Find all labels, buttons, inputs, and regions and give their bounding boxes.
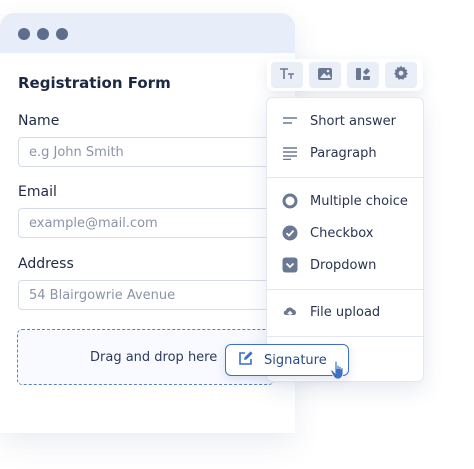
- address-input[interactable]: [18, 280, 278, 310]
- form-title: Registration Form: [18, 74, 171, 92]
- image-icon: [317, 66, 333, 85]
- menu-item-label: Dropdown: [310, 257, 377, 273]
- name-label: Name: [18, 113, 60, 129]
- drop-zone-text: Drag and drop here: [90, 350, 218, 365]
- menu-item-short-answer[interactable]: Short answer: [282, 110, 396, 132]
- window-dot-icon[interactable]: [56, 28, 68, 40]
- text-format-button[interactable]: [271, 62, 303, 88]
- text-format-icon: [279, 66, 295, 85]
- menu-item-label: Multiple choice: [310, 193, 408, 209]
- menu-divider: [267, 336, 423, 337]
- edit-pen-icon: [238, 350, 254, 370]
- menu-item-label: Short answer: [310, 113, 396, 129]
- menu-item-file-upload[interactable]: File upload: [282, 301, 380, 323]
- menu-item-paragraph[interactable]: Paragraph: [282, 142, 377, 164]
- menu-divider: [267, 289, 423, 290]
- hand-cursor-icon: [329, 360, 347, 384]
- menu-item-label: Paragraph: [310, 145, 377, 161]
- window-dot-icon[interactable]: [37, 28, 49, 40]
- name-input[interactable]: [18, 137, 278, 167]
- email-input[interactable]: [18, 208, 278, 238]
- dropdown-icon: [282, 257, 298, 273]
- menu-item-multiple-choice[interactable]: Multiple choice: [282, 190, 408, 212]
- menu-divider: [267, 177, 423, 178]
- menu-item-checkbox[interactable]: Checkbox: [282, 222, 374, 244]
- menu-item-dropdown[interactable]: Dropdown: [282, 254, 376, 276]
- field-toolbar: [267, 59, 423, 91]
- settings-button[interactable]: [385, 62, 417, 88]
- paragraph-icon: [282, 145, 298, 161]
- shapes-button[interactable]: [347, 62, 379, 88]
- cloud-upload-icon: [282, 304, 298, 320]
- window-titlebar: [0, 13, 295, 53]
- field-type-menu: Short answer Paragraph Multiple choice C…: [266, 97, 424, 382]
- menu-item-label: Checkbox: [310, 225, 374, 241]
- image-button[interactable]: [309, 62, 341, 88]
- checkbox-icon: [282, 225, 298, 241]
- window-dot-icon[interactable]: [18, 28, 30, 40]
- settings-gear-icon: [393, 65, 409, 85]
- address-label: Address: [18, 256, 74, 272]
- short-answer-icon: [282, 113, 298, 129]
- signature-label: Signature: [264, 352, 327, 368]
- shapes-icon: [355, 66, 371, 85]
- menu-item-label: File upload: [310, 304, 381, 320]
- radio-icon: [282, 193, 298, 209]
- email-label: Email: [18, 184, 57, 200]
